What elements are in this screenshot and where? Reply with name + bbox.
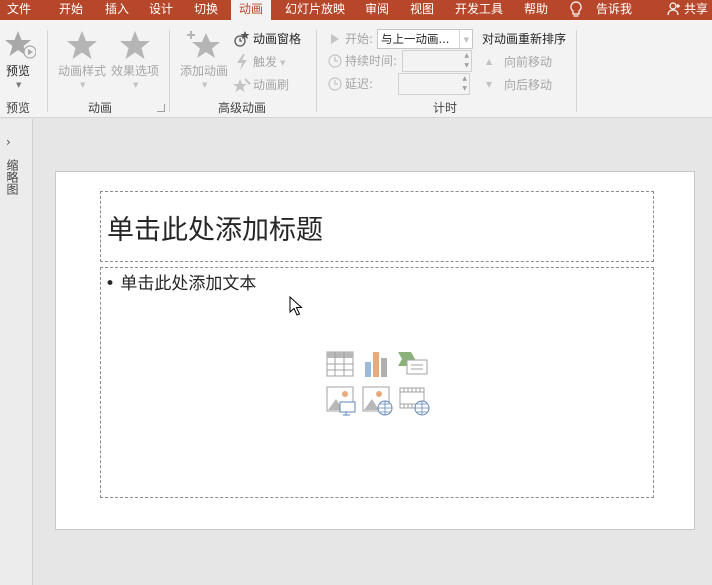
animation-styles-label: 动画样式 (58, 64, 107, 78)
chevron-down-icon: ▼ (280, 59, 286, 67)
ribbon-tab-bar: 文件 开始 插入 设计 切换 动画 幻灯片放映 审阅 视图 开发工具 帮助 告诉… (0, 0, 712, 20)
slide-canvas[interactable]: 单击此处添加标题 • 单击此处添加文本 (55, 171, 695, 530)
reorder-animation-heading: 对动画重新排序 (482, 32, 567, 46)
thumbnail-pane-label[interactable]: 缩略图 (4, 159, 19, 195)
add-animation-label: 添加动画 (180, 64, 229, 78)
move-earlier-button[interactable]: ▲ 向前移动 (484, 53, 556, 71)
chevron-down-icon: ▼ (202, 81, 208, 89)
spin-up-icon[interactable]: ▲ (462, 76, 467, 82)
animation-painter-label: 动画刷 (253, 78, 290, 92)
chevron-down-icon: ▼ (133, 81, 139, 89)
tab-home[interactable]: 开始 (59, 0, 83, 20)
group-divider (47, 30, 48, 112)
move-later-button[interactable]: ▼ 向后移动 (484, 76, 556, 94)
move-earlier-label: 向前移动 (504, 55, 553, 69)
effect-options-label: 效果选项 (111, 64, 160, 78)
chevron-down-icon: ▼ (80, 81, 86, 89)
spin-down-icon[interactable]: ▼ (464, 63, 469, 69)
person-icon (667, 1, 681, 21)
group-divider (169, 30, 170, 112)
group-label-timing: 计时 (433, 101, 458, 115)
chevron-down-icon: ▼ (16, 81, 22, 89)
star-icon (67, 31, 97, 59)
dialog-launcher-icon[interactable] (157, 104, 165, 112)
tab-design[interactable]: 设计 (149, 0, 173, 20)
thumbnail-pane-collapsed: › 缩略图 (0, 119, 33, 585)
online-picture-icon[interactable] (362, 386, 394, 416)
tab-file[interactable]: 文件 (7, 0, 31, 20)
star-icon (120, 31, 150, 59)
duration-spinner[interactable]: ▲ ▼ (402, 50, 472, 72)
trigger-label: 触发 (253, 55, 278, 69)
trigger-button[interactable]: 触发 ▼ (233, 53, 293, 71)
animation-pane-icon (234, 31, 250, 47)
triangle-down-icon: ▼ (486, 80, 493, 89)
lightning-icon (237, 54, 247, 70)
triangle-up-icon: ▲ (486, 57, 493, 66)
video-icon[interactable] (399, 386, 431, 416)
chevron-down-icon: ▼ (463, 36, 469, 44)
group-divider (316, 30, 317, 112)
duration-label: 持续时间: (345, 54, 398, 68)
chevron-right-icon[interactable]: › (6, 135, 11, 149)
add-animation-button[interactable]: 添加动画 ▼ (177, 28, 231, 89)
preview-button[interactable]: 预览 ▼ (3, 28, 36, 89)
animation-painter-icon (233, 78, 251, 92)
animation-styles-button[interactable]: 动画样式 ▼ (56, 28, 108, 89)
chart-icon[interactable] (363, 350, 389, 378)
tab-animations[interactable]: 动画 (231, 0, 272, 20)
tab-help[interactable]: 帮助 (524, 0, 548, 20)
delay-label: 延迟: (345, 77, 374, 91)
start-select[interactable]: 与上一动画... ▼ (377, 29, 473, 49)
spin-up-icon[interactable]: ▲ (464, 53, 469, 59)
mouse-cursor-icon (289, 296, 303, 316)
group-label-advanced-animation: 高级动画 (218, 101, 267, 115)
ribbon: 预览 ▼ 预览 动画样式 ▼ 效果选项 ▼ 动画 添加动画 ▼ 动画窗格 触发 (0, 20, 712, 118)
start-label: 开始: (345, 32, 374, 46)
smartart-icon[interactable] (397, 350, 429, 376)
move-later-label: 向后移动 (504, 78, 553, 92)
tab-review[interactable]: 审阅 (365, 0, 389, 20)
table-icon[interactable] (326, 351, 354, 377)
title-placeholder-text: 单击此处添加标题 (107, 215, 323, 246)
tab-developer[interactable]: 开发工具 (455, 0, 503, 20)
animation-painter-button[interactable]: 动画刷 (233, 76, 297, 94)
group-label-animation: 动画 (88, 101, 113, 115)
lightbulb-icon[interactable] (570, 1, 582, 21)
content-placeholder-text: • 单击此处添加文本 (105, 274, 257, 294)
preview-label: 预览 (6, 64, 31, 78)
picture-icon[interactable] (326, 386, 356, 416)
content-placeholder[interactable]: • 单击此处添加文本 (100, 267, 654, 498)
group-label-preview: 预览 (6, 101, 31, 115)
delay-clock-icon (328, 77, 342, 91)
spin-down-icon[interactable]: ▼ (462, 86, 467, 92)
preview-star-icon (5, 31, 36, 59)
start-select-value: 与上一动画... (381, 32, 450, 46)
tell-me-search[interactable]: 告诉我 (596, 0, 632, 20)
tab-view[interactable]: 视图 (410, 0, 434, 20)
tab-insert[interactable]: 插入 (105, 0, 129, 20)
add-star-icon (187, 31, 220, 58)
tab-slideshow[interactable]: 幻灯片放映 (285, 0, 345, 20)
group-divider (576, 30, 577, 112)
animation-pane-button[interactable]: 动画窗格 (233, 30, 305, 48)
tab-transitions[interactable]: 切换 (194, 0, 218, 20)
play-icon (331, 34, 339, 44)
delay-spinner[interactable]: ▲ ▼ (398, 73, 470, 95)
share-button[interactable]: 共享 (684, 0, 708, 20)
title-placeholder[interactable]: 单击此处添加标题 (100, 191, 654, 262)
animation-pane-label: 动画窗格 (253, 32, 302, 46)
effect-options-button[interactable]: 效果选项 ▼ (109, 28, 161, 89)
clock-icon (328, 54, 342, 68)
